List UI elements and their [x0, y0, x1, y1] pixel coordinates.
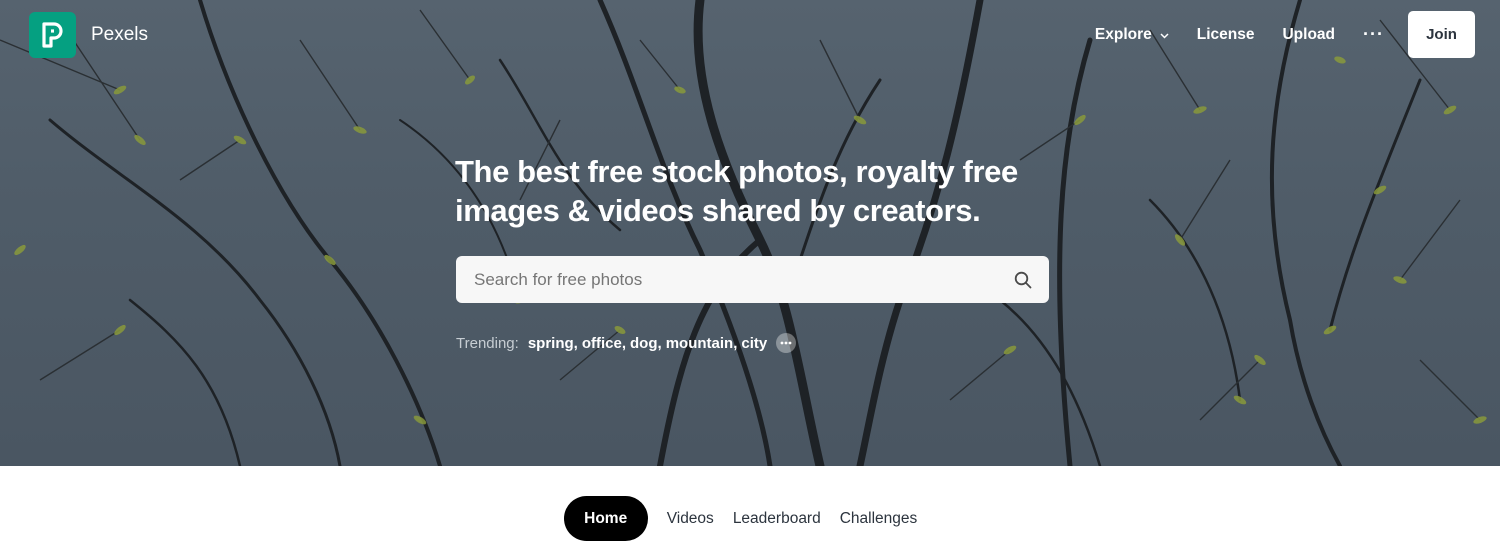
- trending-item-mountain[interactable]: mountain: [666, 335, 734, 352]
- tab-home[interactable]: Home: [563, 496, 648, 541]
- pexels-logo[interactable]: Pexels: [29, 12, 148, 58]
- trending-searches: Trending: spring, office, dog, mountain,…: [456, 333, 797, 353]
- hero-headline-line1: The best free stock photos, royalty free: [455, 154, 1018, 189]
- hero-headline: The best free stock photos, royalty free…: [455, 152, 1055, 230]
- top-nav: Explore License Upload ··· Join: [1095, 11, 1475, 58]
- search-input[interactable]: [456, 256, 997, 303]
- nav-explore-button[interactable]: Explore: [1095, 26, 1169, 44]
- search-icon[interactable]: [997, 256, 1049, 303]
- nav-more-button[interactable]: ···: [1363, 24, 1384, 45]
- join-button[interactable]: Join: [1408, 11, 1475, 58]
- more-dots-icon[interactable]: [776, 333, 797, 353]
- trending-item-dog[interactable]: dog: [630, 335, 658, 352]
- trending-label: Trending:: [456, 334, 519, 352]
- trending-item-spring[interactable]: spring: [528, 335, 574, 352]
- trending-item-office[interactable]: office: [582, 335, 622, 352]
- nav-upload-link[interactable]: Upload: [1282, 26, 1335, 44]
- brand-name: Pexels: [91, 24, 149, 45]
- pexels-logo-icon: [29, 12, 76, 58]
- nav-explore-label: Explore: [1094, 25, 1152, 43]
- tab-videos[interactable]: Videos: [667, 510, 714, 528]
- nav-license-link[interactable]: License: [1197, 26, 1255, 44]
- chevron-down-icon: [1160, 26, 1169, 44]
- hero-headline-line2: images & videos shared by creators.: [455, 193, 981, 228]
- content-tabs: Home Videos Leaderboard Challenges: [0, 496, 1500, 541]
- trending-item-city[interactable]: city: [741, 335, 767, 352]
- search-bar: [456, 256, 1049, 303]
- hero-background-image: [0, 0, 1487, 466]
- tab-challenges[interactable]: Challenges: [840, 510, 918, 528]
- tab-leaderboard[interactable]: Leaderboard: [733, 510, 821, 528]
- hero-banner: Pexels Explore License Upload ··· Join T…: [0, 0, 1500, 466]
